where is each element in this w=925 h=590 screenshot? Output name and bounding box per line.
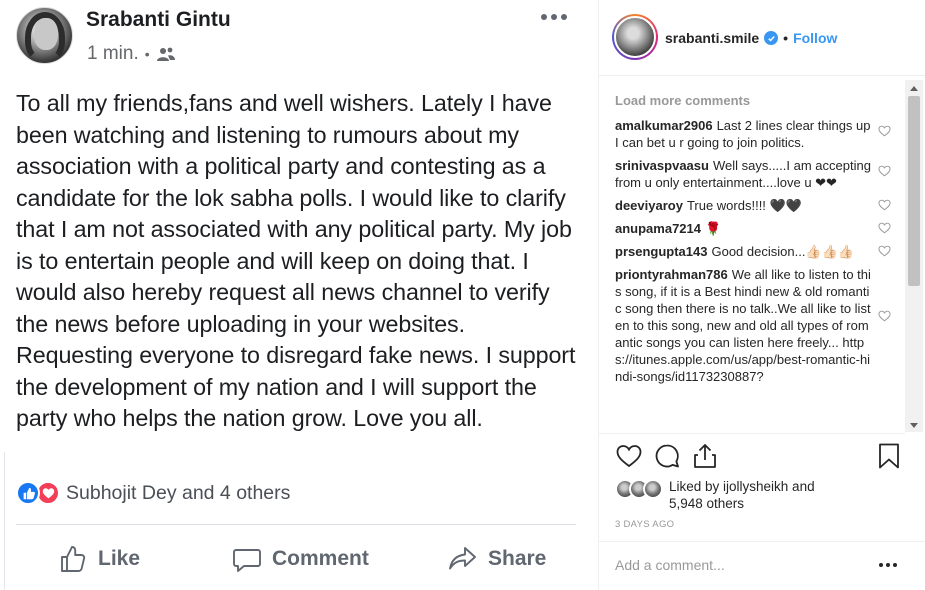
share-label: Share bbox=[488, 547, 547, 570]
comments-scrollbar[interactable] bbox=[905, 80, 923, 432]
comment-item: priontyrahman786 We all like to listen to… bbox=[615, 266, 905, 385]
share-upload-icon[interactable] bbox=[691, 442, 719, 470]
author-name[interactable]: Srabanti Gintu bbox=[86, 8, 231, 32]
comment-username[interactable]: srinivaspvaasu bbox=[615, 158, 709, 173]
instagram-avatar bbox=[614, 16, 656, 58]
comment-text: Good decision...👍🏻👍🏻👍🏻 bbox=[711, 244, 854, 259]
comment-label: Comment bbox=[272, 547, 369, 570]
thumbs-up-icon bbox=[61, 546, 86, 572]
friends-icon[interactable] bbox=[156, 46, 176, 62]
comment-button[interactable]: Comment bbox=[232, 538, 369, 580]
post-options-icon[interactable] bbox=[541, 8, 571, 26]
comment-like-heart-icon[interactable] bbox=[878, 199, 891, 211]
like-reaction-icon bbox=[16, 481, 40, 505]
comment-icon bbox=[233, 549, 261, 572]
comment-username[interactable]: priontyrahman786 bbox=[615, 267, 728, 282]
add-comment-divider bbox=[599, 541, 925, 542]
facebook-post: Srabanti Gintu 1 min. • To all my friend… bbox=[0, 0, 595, 590]
instagram-username[interactable]: srabanti.smile bbox=[665, 30, 759, 46]
comments-list: Load more comments amalkumar2906 Last 2 l… bbox=[615, 92, 905, 432]
comment-username[interactable]: anupama7214 bbox=[615, 221, 701, 236]
comment-options-icon[interactable] bbox=[879, 563, 897, 567]
comment-like-heart-icon[interactable] bbox=[878, 310, 891, 322]
scroll-up-arrow-icon[interactable] bbox=[910, 86, 918, 91]
comment-like-heart-icon[interactable] bbox=[878, 165, 891, 177]
add-comment-input[interactable]: Add a comment... bbox=[615, 557, 725, 573]
like-heart-icon[interactable] bbox=[615, 442, 643, 470]
comment-username[interactable]: amalkumar2906 bbox=[615, 118, 713, 133]
liker-avatar bbox=[643, 479, 663, 499]
liked-by-row[interactable]: Liked by ijollysheikh and 5,948 others bbox=[615, 478, 849, 512]
liked-by-text: Liked by ijollysheikh and 5,948 others bbox=[669, 479, 815, 511]
comment-item: deeviyaroy True words!!!! 🖤🖤 bbox=[615, 197, 905, 214]
comment-like-heart-icon[interactable] bbox=[878, 125, 891, 137]
comment-text: True words!!!! 🖤🖤 bbox=[686, 198, 802, 213]
post-actions: Like Comment Share bbox=[16, 538, 576, 580]
comment-item: prsengupta143 Good decision...👍🏻👍🏻👍🏻 bbox=[615, 243, 905, 260]
header-user-row: srabanti.smile • Follow bbox=[665, 30, 837, 46]
follow-separator: • bbox=[783, 30, 789, 46]
verified-badge-icon bbox=[764, 31, 779, 45]
like-button[interactable]: Like bbox=[58, 538, 140, 580]
scroll-down-arrow-icon[interactable] bbox=[910, 423, 918, 428]
follow-button[interactable]: Follow bbox=[793, 30, 837, 46]
comment-text: 🌹 bbox=[705, 221, 722, 236]
comment-bubble-icon[interactable] bbox=[653, 442, 681, 470]
comment-item: anupama7214 🌹 bbox=[615, 220, 905, 237]
post-date[interactable]: 3 DAYS AGO bbox=[615, 519, 674, 530]
author-avatar[interactable] bbox=[16, 7, 73, 64]
comment-like-heart-icon[interactable] bbox=[878, 245, 891, 257]
comment-like-heart-icon[interactable] bbox=[878, 222, 891, 234]
liker-avatars bbox=[615, 479, 663, 499]
comment-username[interactable]: prsengupta143 bbox=[615, 244, 707, 259]
story-avatar-ring[interactable] bbox=[612, 14, 658, 60]
comment-item: srinivaspvaasu Well says.....I am accepti… bbox=[615, 157, 905, 191]
post-timestamp[interactable]: 1 min. bbox=[87, 43, 139, 65]
comments-divider bbox=[599, 433, 905, 434]
left-edge-divider bbox=[4, 452, 5, 590]
instagram-post-panel: srabanti.smile • Follow Load more commen… bbox=[598, 0, 925, 590]
comment-item: amalkumar2906 Last 2 lines clear things u… bbox=[615, 117, 905, 151]
bookmark-icon[interactable] bbox=[875, 442, 903, 470]
share-button[interactable]: Share bbox=[448, 538, 546, 580]
instagram-header: srabanti.smile • Follow bbox=[599, 0, 925, 76]
post-action-icons bbox=[615, 442, 905, 470]
reaction-summary[interactable]: Subhojit Dey and 4 others bbox=[16, 481, 290, 505]
meta-separator: • bbox=[144, 46, 150, 62]
scrollbar-thumb[interactable] bbox=[908, 96, 920, 286]
reactions-text: Subhojit Dey and 4 others bbox=[66, 481, 291, 504]
like-label: Like bbox=[98, 547, 141, 570]
comment-text: We all like to listen to this song, if i… bbox=[615, 267, 871, 384]
actions-divider bbox=[16, 524, 576, 525]
load-more-comments-button[interactable]: Load more comments bbox=[615, 92, 905, 109]
comment-username[interactable]: deeviyaroy bbox=[615, 198, 683, 213]
post-text: To all my friends,fans and well wishers.… bbox=[16, 90, 576, 431]
share-icon bbox=[449, 547, 476, 570]
post-meta: 1 min. • bbox=[87, 43, 176, 65]
